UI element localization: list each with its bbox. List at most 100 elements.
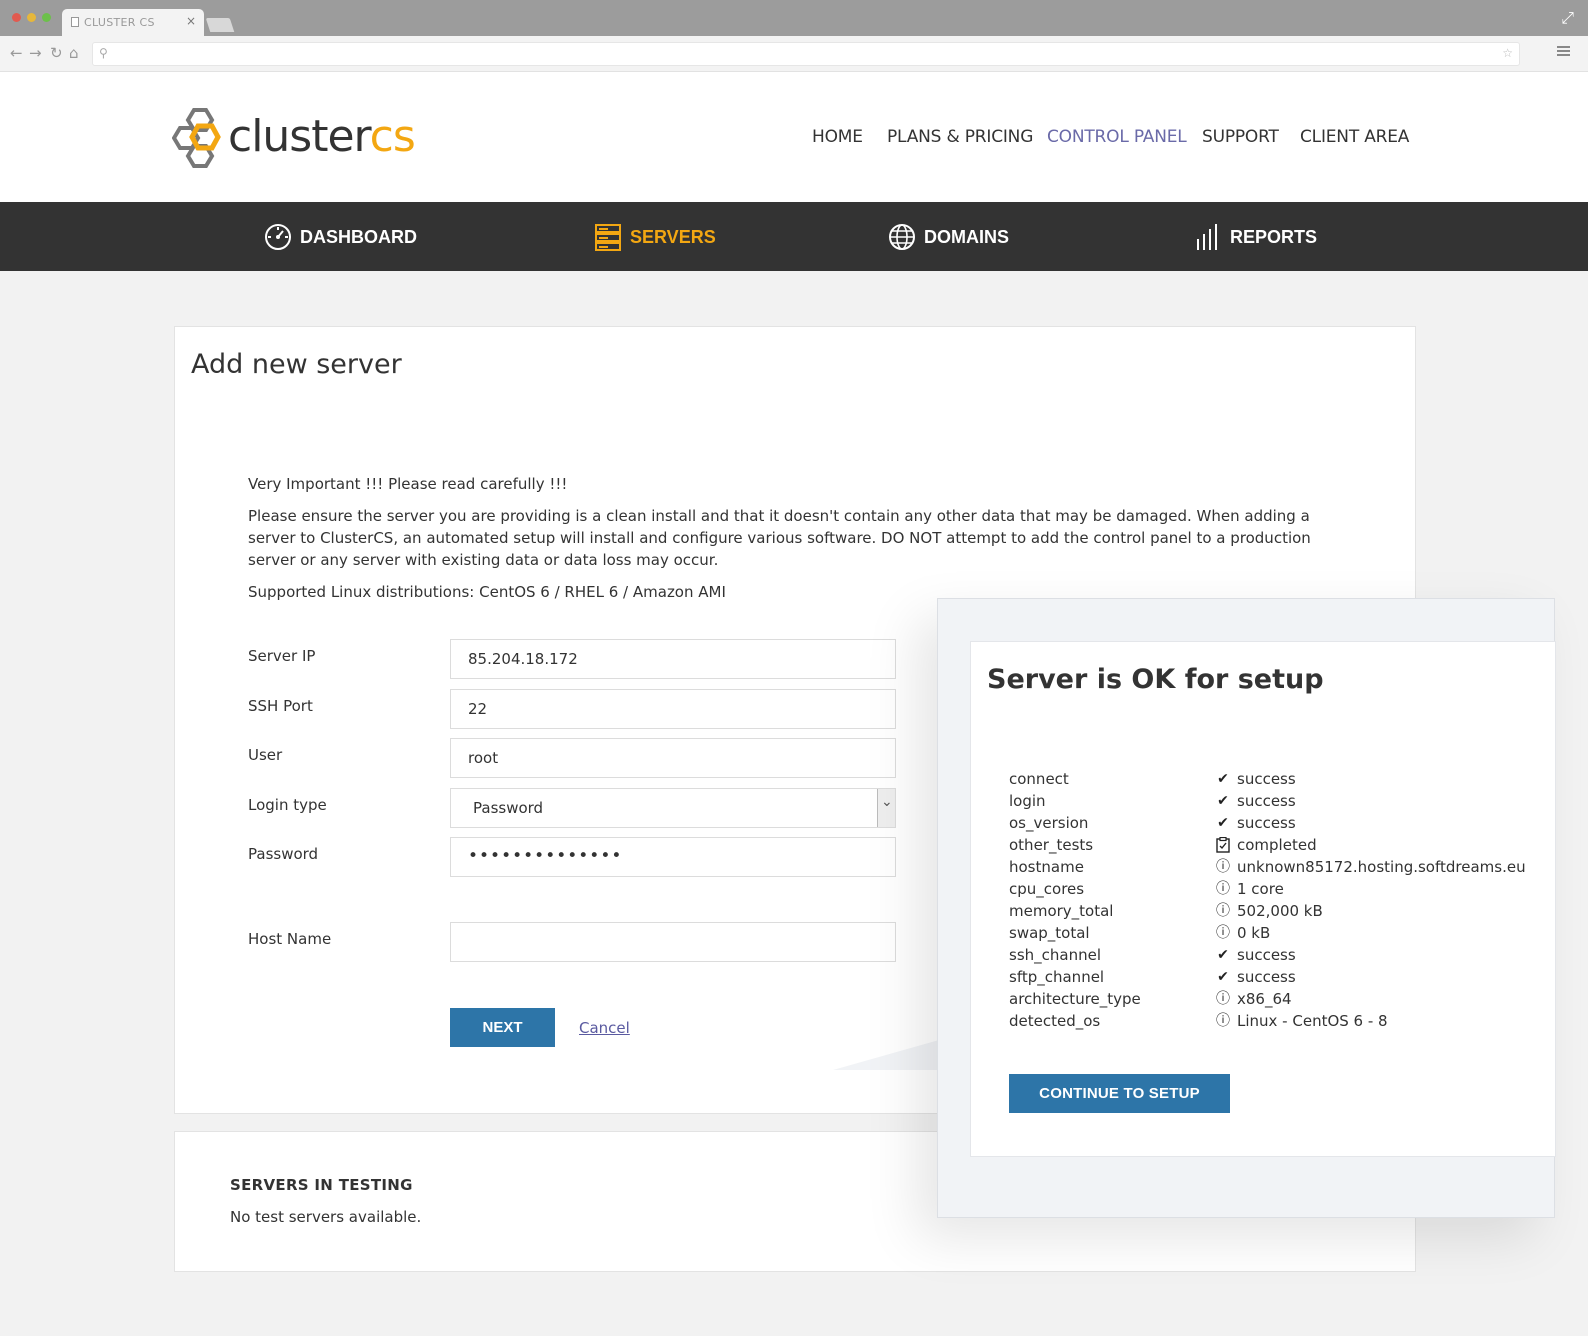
servers-in-testing-title: SERVERS IN TESTING (230, 1176, 413, 1194)
check-icon: ✔ (1217, 947, 1229, 963)
check-value: 0 kB (1237, 924, 1271, 942)
clipboard-check-icon (1215, 836, 1231, 853)
close-window-button[interactable] (12, 13, 21, 22)
check-key: memory_total (1009, 902, 1114, 920)
check-icon: ✔ (1217, 815, 1229, 831)
clustercs-logo[interactable]: clustercs (171, 106, 452, 172)
info-icon: ⓘ (1216, 925, 1230, 941)
notice-heading: Very Important !!! Please read carefully… (248, 475, 568, 493)
tab-domains-label: DOMAINS (924, 226, 1009, 247)
forward-icon[interactable]: → (29, 44, 42, 62)
check-icon: ✔ (1217, 771, 1229, 787)
password-input[interactable]: •••••••••••••• (450, 837, 896, 877)
server-ip-input[interactable]: 85.204.18.172 (450, 639, 896, 679)
cancel-link[interactable]: Cancel (579, 1019, 630, 1037)
bookmark-star-icon[interactable]: ☆ (1502, 46, 1513, 60)
tab-reports[interactable]: REPORTS (1194, 224, 1317, 250)
check-value: success (1237, 792, 1296, 810)
check-row: other_tests completed (1009, 836, 1549, 858)
logo-wordmark: clustercs (228, 111, 416, 162)
server-ip-label: Server IP (248, 647, 316, 665)
page-title: Add new server (191, 349, 402, 380)
back-icon[interactable]: ← (10, 44, 23, 62)
tab-domains[interactable]: DOMAINS (888, 224, 1009, 250)
popup-title: Server is OK for setup (987, 664, 1324, 695)
main-navigation: DASHBOARD SERVERS DOMAINS REPORTS (0, 202, 1588, 271)
check-key: ssh_channel (1009, 946, 1101, 964)
login-type-select[interactable]: Password (450, 788, 896, 828)
tab-dashboard[interactable]: DASHBOARD (264, 224, 417, 250)
new-tab-button[interactable] (205, 18, 235, 32)
ssh-port-input[interactable]: 22 (450, 689, 896, 729)
check-value: 1 core (1237, 880, 1284, 898)
user-input[interactable]: root (450, 738, 896, 778)
nav-home[interactable]: HOME (812, 127, 863, 147)
ssh-port-label: SSH Port (248, 697, 313, 715)
fullscreen-icon[interactable]: ⤢ (1561, 8, 1574, 28)
address-bar[interactable]: ⚲ ☆ (92, 42, 1520, 66)
check-icon: ✔ (1217, 969, 1229, 985)
nav-plans-pricing[interactable]: PLANS & PRICING (887, 127, 1033, 147)
check-key: os_version (1009, 814, 1089, 832)
bar-chart-icon (1197, 224, 1217, 250)
info-icon: ⓘ (1216, 903, 1230, 919)
check-row: ssh_channel ✔ success (1009, 946, 1549, 968)
browser-toolbar: ← → ↻ ⌂ ⚲ ☆ (0, 36, 1588, 72)
notice-body: Please ensure the server you are providi… (248, 507, 1311, 569)
info-icon: ⓘ (1216, 991, 1230, 1007)
check-value: success (1237, 814, 1296, 832)
nav-support[interactable]: SUPPORT (1202, 127, 1279, 147)
site-header: clustercs HOME PLANS & PRICING CONTROL P… (0, 72, 1588, 202)
nav-client-area[interactable]: CLIENT AREA (1300, 127, 1409, 147)
minimize-window-button[interactable] (27, 13, 36, 22)
user-label: User (248, 746, 283, 764)
check-key: swap_total (1009, 924, 1090, 942)
browser-titlebar: CLUSTER CS × ⤢ (0, 0, 1588, 36)
check-key: hostname (1009, 858, 1084, 876)
setup-check-popup: Server is OK for setup connect ✔ success l… (937, 598, 1556, 1218)
check-key: architecture_type (1009, 990, 1141, 1008)
login-type-value: Password (473, 799, 544, 817)
check-row: cpu_cores ⓘ 1 core (1009, 880, 1549, 902)
tab-servers-label: SERVERS (630, 226, 716, 247)
check-results-list: connect ✔ success login ✔ success os_version… (1009, 770, 1549, 1034)
tab-servers[interactable]: SERVERS (594, 224, 716, 251)
continue-to-setup-button[interactable]: CONTINUE TO SETUP (1009, 1074, 1230, 1113)
document-icon (71, 17, 79, 27)
tab-title: CLUSTER CS (84, 16, 155, 29)
check-value: completed (1237, 836, 1317, 854)
check-icon: ✔ (1217, 793, 1229, 809)
check-value: success (1237, 770, 1296, 788)
password-label: Password (248, 845, 319, 863)
check-row: os_version ✔ success (1009, 814, 1549, 836)
browser-tab[interactable]: CLUSTER CS × (62, 9, 204, 36)
maximize-window-button[interactable] (42, 13, 51, 22)
check-row: swap_total ⓘ 0 kB (1009, 924, 1549, 946)
dashboard-icon (265, 224, 291, 250)
browser-menu-icon[interactable] (1557, 46, 1570, 56)
check-value: unknown85172.hosting.softdreams.eu (1237, 858, 1526, 876)
chevron-down-icon[interactable] (877, 789, 895, 827)
tab-close-icon[interactable]: × (186, 14, 196, 28)
nav-control-panel[interactable]: CONTROL PANEL (1047, 127, 1187, 147)
globe-icon (889, 224, 915, 250)
reload-icon[interactable]: ↻ (50, 44, 63, 62)
check-value: success (1237, 946, 1296, 964)
host-name-input[interactable] (450, 922, 896, 962)
check-key: cpu_cores (1009, 880, 1085, 898)
check-row: sftp_channel ✔ success (1009, 968, 1549, 990)
popup-pointer (833, 1040, 939, 1070)
check-key: sftp_channel (1009, 968, 1105, 986)
setup-check-panel: Server is OK for setup connect ✔ success l… (970, 641, 1556, 1157)
servers-icon (595, 224, 621, 251)
check-row: memory_total ⓘ 502,000 kB (1009, 902, 1549, 924)
check-value: 502,000 kB (1237, 902, 1323, 920)
no-test-servers-text: No test servers available. (230, 1208, 422, 1226)
tab-reports-label: REPORTS (1230, 226, 1318, 247)
home-icon[interactable]: ⌂ (69, 44, 79, 62)
tab-dashboard-label: DASHBOARD (300, 226, 417, 247)
info-icon: ⓘ (1216, 881, 1230, 897)
next-button[interactable]: NEXT (450, 1008, 555, 1047)
check-row: connect ✔ success (1009, 770, 1549, 792)
hexagon-logo-icon (171, 108, 221, 168)
